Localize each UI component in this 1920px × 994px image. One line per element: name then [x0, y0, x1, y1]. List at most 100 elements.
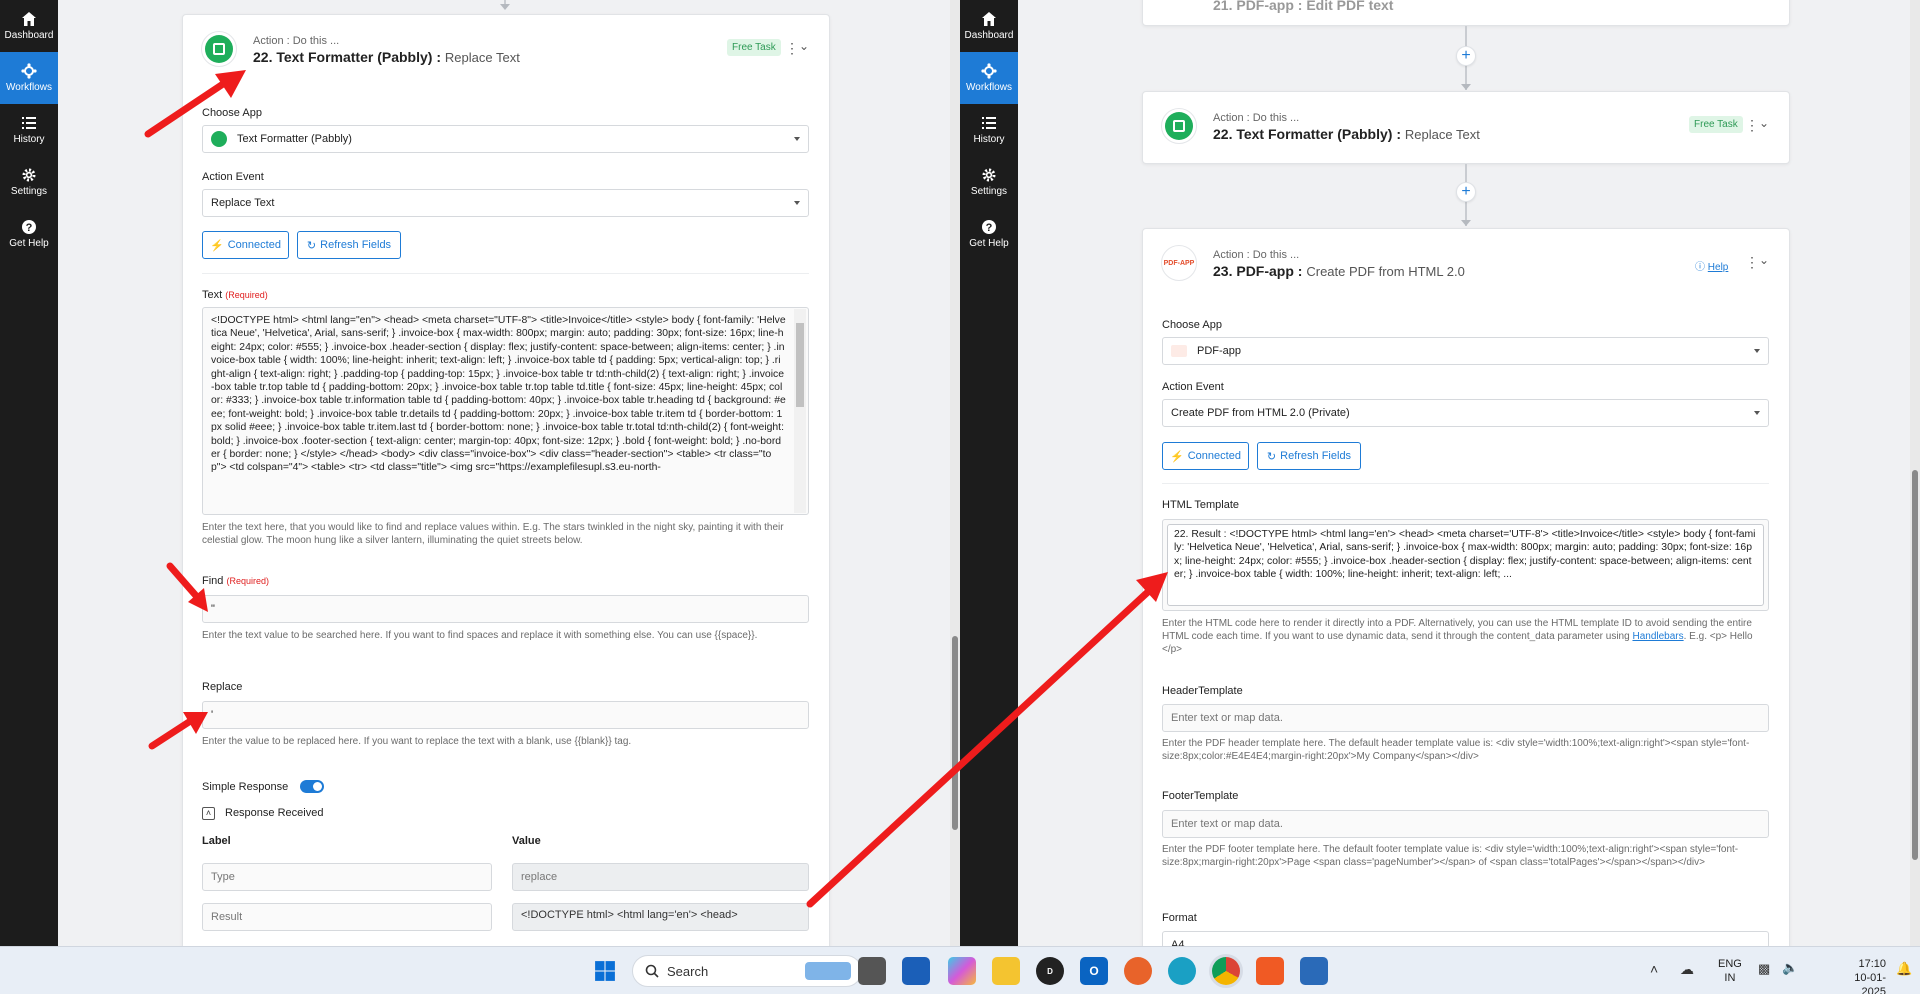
notification-icon[interactable]: 🔔 — [1896, 961, 1912, 977]
format-label: Format — [1162, 912, 1197, 924]
html-template-label: HTML Template — [1162, 499, 1240, 511]
action-event-label: Action Event — [1162, 381, 1224, 393]
connector-arrow — [500, 4, 510, 10]
sidebar-item-label: Settings — [10, 186, 48, 197]
step-card-21[interactable]: 21. PDF-app : Edit PDF text — [1142, 0, 1790, 26]
free-task-badge: Free Task — [1689, 116, 1743, 133]
sidebar-item-label: Dashboard — [964, 30, 1014, 41]
sidebar-item-history[interactable]: History — [0, 104, 58, 156]
action-event-select[interactable]: Replace Text — [202, 189, 809, 217]
taskbar-search[interactable]: Search — [632, 955, 862, 987]
footer-template-input[interactable]: Enter text or map data. — [1162, 810, 1769, 838]
outlook-icon[interactable]: O — [1080, 957, 1108, 985]
free-task-badge: Free Task — [727, 39, 781, 56]
sidebar-item-dashboard[interactable]: Dashboard — [0, 0, 58, 52]
notepad-icon[interactable] — [1300, 957, 1328, 985]
chevron-down-icon[interactable]: ⌄ — [1759, 116, 1769, 130]
sidebar-item-label: History — [13, 134, 45, 145]
replace-help: Enter the value to be replaced here. If … — [202, 736, 632, 747]
step-subtitle: Action : Do this ... — [1213, 249, 1300, 261]
text-field-label: Text (Required) — [202, 289, 268, 301]
chevron-down-icon[interactable]: ⌄ — [799, 39, 809, 53]
add-step-button[interactable]: + — [1456, 46, 1476, 66]
text-formatter-app-icon — [1161, 108, 1197, 144]
copilot-icon[interactable] — [948, 957, 976, 985]
connector-arrow — [1461, 220, 1471, 226]
left-page-scrollbar-thumb[interactable] — [952, 636, 958, 830]
format-select[interactable]: A4 — [1162, 931, 1769, 946]
text-textarea[interactable]: <!DOCTYPE html> <html lang="en"> <head> … — [202, 307, 809, 515]
right-page-scrollbar-thumb[interactable] — [1912, 470, 1918, 860]
html-template-textarea[interactable]: 22. Result : <!DOCTYPE html> <html lang=… — [1162, 519, 1769, 611]
firefox-icon[interactable] — [1124, 957, 1152, 985]
step-header[interactable]: PDF-APP Action : Do this ... 23. PDF-app… — [1143, 229, 1789, 297]
step-header[interactable]: Action : Do this ... 22. Text Formatter … — [183, 15, 829, 83]
caret-down-icon — [1754, 411, 1760, 415]
choose-app-label: Choose App — [1162, 319, 1222, 331]
edge-icon[interactable] — [1168, 957, 1196, 985]
sidebar-item-label: Dashboard — [4, 30, 54, 41]
right-page-scrollbar[interactable] — [1910, 0, 1920, 946]
step-card-23: PDF-APP Action : Do this ... 23. PDF-app… — [1142, 228, 1790, 946]
svg-text:?: ? — [986, 222, 993, 234]
action-event-select[interactable]: Create PDF from HTML 2.0 (Private) — [1162, 399, 1769, 427]
refresh-icon: ↻ — [306, 239, 317, 252]
kebab-menu-icon[interactable]: ⋮ — [1745, 255, 1759, 269]
sidebar-item-history[interactable]: History — [960, 104, 1018, 156]
tray-chevron-up-icon[interactable]: ˄ — [1650, 961, 1658, 977]
collapse-toggle-icon[interactable]: ˄ — [202, 807, 215, 820]
windows-start-icon[interactable] — [591, 957, 619, 985]
response-value-cell: <!DOCTYPE html> <html lang='en'> <head> — [512, 903, 809, 931]
sidebar-item-label: Workflows — [966, 82, 1012, 93]
kebab-menu-icon[interactable]: ⋮ — [1745, 118, 1759, 132]
add-step-button[interactable]: + — [1456, 182, 1476, 202]
sidebar-item-get-help[interactable]: ? Get Help — [960, 208, 1018, 260]
help-link[interactable]: ⓘ Help — [1695, 258, 1728, 273]
step-title: 23. PDF-app : Create PDF from HTML 2.0 — [1213, 263, 1465, 279]
choose-app-select[interactable]: PDF-app — [1162, 337, 1769, 365]
step-card-22[interactable]: Action : Do this ... 22. Text Formatter … — [1142, 91, 1790, 164]
handlebars-link[interactable]: Handlebars — [1632, 631, 1683, 642]
network-icon[interactable]: ☁ — [1680, 961, 1694, 978]
sidebar-item-workflows[interactable]: Workflows — [960, 52, 1018, 104]
chevron-down-icon[interactable]: ⌄ — [1759, 253, 1769, 267]
clock[interactable]: 17:10 10-01-2025 — [1830, 957, 1886, 994]
textarea-scrollbar-thumb[interactable] — [796, 323, 804, 407]
sidebar-item-settings[interactable]: Settings — [960, 156, 1018, 208]
caret-down-icon — [794, 137, 800, 141]
folder-icon[interactable] — [992, 957, 1020, 985]
sidebar-item-label: Get Help — [969, 238, 1009, 249]
store-icon[interactable] — [902, 957, 930, 985]
sidebar-item-workflows[interactable]: Workflows — [0, 52, 58, 104]
kebab-menu-icon[interactable]: ⋮ — [785, 41, 799, 55]
file-explorer-icon[interactable] — [858, 957, 886, 985]
brave-icon[interactable] — [1256, 957, 1284, 985]
workflow-icon — [981, 63, 997, 79]
left-page-scrollbar[interactable] — [950, 0, 960, 946]
connected-button[interactable]: ⚡ Connected — [1162, 442, 1249, 470]
chrome-icon[interactable] — [1212, 957, 1240, 985]
replace-input[interactable]: ' — [202, 701, 809, 729]
connected-button[interactable]: ⚡ Connected — [202, 231, 289, 259]
choose-app-select[interactable]: Text Formatter (Pabbly) — [202, 125, 809, 153]
header-template-input[interactable]: Enter text or map data. — [1162, 704, 1769, 732]
workflow-icon — [21, 63, 37, 79]
find-input[interactable]: " — [202, 595, 809, 623]
divider — [202, 273, 809, 274]
sidebar-item-label: History — [973, 134, 1005, 145]
step-subtitle: Action : Do this ... — [253, 35, 340, 47]
sidebar-item-get-help[interactable]: ? Get Help — [0, 208, 58, 260]
volume-muted-icon[interactable]: 🔈 — [1782, 960, 1798, 976]
right-window: Dashboard Workflows History Settings ? G… — [960, 0, 1920, 946]
dell-icon[interactable]: D — [1036, 957, 1064, 985]
sidebar-item-label: Settings — [970, 186, 1008, 197]
textarea-scrollbar[interactable] — [794, 309, 806, 513]
sidebar-item-settings[interactable]: Settings — [0, 156, 58, 208]
simple-response-toggle[interactable] — [300, 780, 324, 793]
refresh-fields-button[interactable]: ↻ Refresh Fields — [1257, 442, 1361, 470]
response-label-cell: Type — [202, 863, 492, 891]
monitor-icon[interactable]: ▩ — [1758, 961, 1770, 977]
sidebar-item-dashboard[interactable]: Dashboard — [960, 0, 1018, 52]
refresh-fields-button[interactable]: ↻ Refresh Fields — [297, 231, 401, 259]
language-indicator[interactable]: ENG IN — [1718, 957, 1742, 985]
